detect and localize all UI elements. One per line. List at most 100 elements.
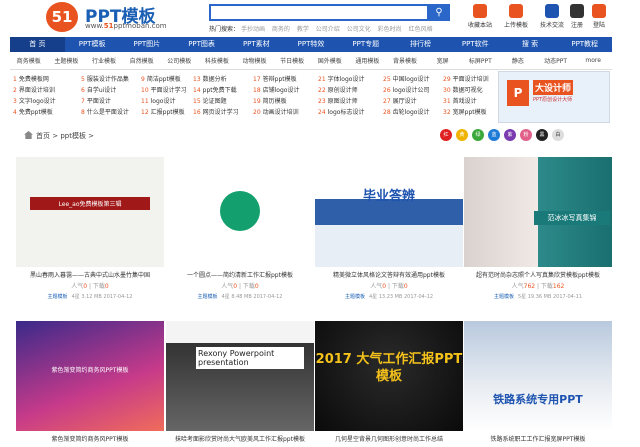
popular-link[interactable]: 19 简历模板: [253, 96, 287, 105]
nav-home[interactable]: 首 页: [10, 37, 65, 52]
template-thumbnail[interactable]: 毕业答辨: [315, 157, 463, 267]
popular-link[interactable]: 22 原创设计师: [318, 85, 358, 94]
popular-link[interactable]: 26 logo设计公司: [383, 85, 429, 94]
nav-ppt-charts[interactable]: PPT图表: [174, 37, 229, 52]
popular-link[interactable]: 13 数据分析: [193, 74, 227, 83]
subnav-more[interactable]: more: [574, 57, 612, 64]
subnav-item[interactable]: 节日模板: [273, 56, 311, 65]
template-title[interactable]: 铁路系统职工工作汇报宽屏PPT模板: [464, 434, 612, 443]
color-filter-dot[interactable]: 绿: [472, 129, 484, 141]
color-filter-dot[interactable]: 粉: [520, 129, 532, 141]
template-thumbnail[interactable]: Rexony Powerpoint presentation: [166, 321, 314, 431]
search-button[interactable]: ⚲: [428, 4, 450, 21]
popular-link[interactable]: 25 中国logo设计: [383, 74, 429, 83]
color-filter-dot[interactable]: 紫: [504, 129, 516, 141]
color-filter-dot[interactable]: 红: [440, 129, 452, 141]
popular-link[interactable]: 24 logo标志设计: [318, 107, 364, 116]
template-title[interactable]: 超有范时尚杂志照个人写真集欣赏模板ppt模板: [464, 270, 612, 279]
logo-icon[interactable]: 51: [46, 2, 78, 32]
popular-link[interactable]: 10 平面设计学习: [141, 85, 187, 94]
hot-tag[interactable]: 红色风格: [409, 26, 433, 33]
popular-link[interactable]: 32 宽屏ppt模板: [443, 107, 487, 116]
template-thumbnail[interactable]: [166, 157, 314, 267]
color-filter-dot[interactable]: 黄: [456, 129, 468, 141]
color-filter-dot[interactable]: 蓝: [488, 129, 500, 141]
template-thumbnail[interactable]: 2017 大气工作汇报PPT模板: [315, 321, 463, 431]
favorite-site-link[interactable]: 收藏本站: [468, 4, 492, 29]
subnav-item[interactable]: 通用模板: [349, 56, 387, 65]
tech-exchange-link[interactable]: 技术交流: [540, 4, 564, 29]
popular-link[interactable]: 29 平面设计培训: [443, 74, 489, 83]
subnav-item[interactable]: 商务模板: [10, 56, 48, 65]
subnav-item[interactable]: 背景模板: [386, 56, 424, 65]
popular-link[interactable]: 12 汇报ppt模板: [141, 107, 185, 116]
popular-link[interactable]: 16 网页设计学习: [193, 107, 239, 116]
template-card[interactable]: Lee_ao免费模板第三辑 黑山春雨入暮霭——古典中式山水墨竹集中国 人气0 | 下…: [16, 157, 164, 300]
subnav-item[interactable]: 国外模板: [311, 56, 349, 65]
template-thumbnail[interactable]: Lee_ao免费模板第三辑: [16, 157, 164, 267]
template-card[interactable]: 2017 大气工作汇报PPT模板几何星空背景几何图形创意时尚工作总结: [315, 321, 463, 443]
hot-tag[interactable]: 商务的: [272, 26, 290, 33]
subnav-item[interactable]: 动态PPT: [537, 56, 575, 65]
nav-ppt-images[interactable]: PPT图片: [119, 37, 174, 52]
subnav-item[interactable]: 公司模板: [161, 56, 199, 65]
popular-link[interactable]: 8 什么是平面设计: [81, 107, 129, 116]
popular-link[interactable]: 31 首戏设计: [443, 96, 477, 105]
popular-link[interactable]: 6 自学ui设计: [81, 85, 116, 94]
popular-link[interactable]: 21 字体logo设计: [318, 74, 364, 83]
template-title[interactable]: 黑山春雨入暮霭——古典中式山水墨竹集中国: [16, 270, 164, 279]
nav-ppt-effects[interactable]: PPT特效: [284, 37, 339, 52]
popular-link[interactable]: 18 店铺logo设计: [253, 85, 299, 94]
subnav-item[interactable]: 主题模板: [48, 56, 86, 65]
template-card[interactable]: Rexony Powerpoint presentation 抹哈考面影欣赏时尚大…: [166, 321, 314, 443]
hot-tag[interactable]: 手抄动画: [241, 26, 265, 33]
subnav-item[interactable]: 宽屏: [424, 56, 462, 65]
popular-link[interactable]: 3 文字logo设计: [13, 96, 56, 105]
nav-ppt-tutorials[interactable]: PPT教程: [557, 37, 612, 52]
hot-tag[interactable]: 公司介绍: [316, 26, 340, 33]
upload-template-link[interactable]: 上传模板: [504, 4, 528, 29]
popular-link[interactable]: 14 ppt免费下载: [193, 85, 237, 94]
register-link[interactable]: 注册: [570, 4, 584, 29]
subnav-item[interactable]: 行业模板: [85, 56, 123, 65]
popular-link[interactable]: 20 动画设计培训: [253, 107, 299, 116]
subnav-item[interactable]: 动物模板: [236, 56, 274, 65]
template-card[interactable]: 铁路系统专用PPT 铁路系统职工工作汇报宽屏PPT模板: [464, 321, 612, 443]
subnav-item[interactable]: 科技模板: [198, 56, 236, 65]
nav-ppt-software[interactable]: PPT软件: [448, 37, 503, 52]
popular-link[interactable]: 28 齿轮logo设计: [383, 107, 429, 116]
nav-ppt-templates[interactable]: PPT模板: [65, 37, 120, 52]
subnav-item[interactable]: 标屏PPT: [462, 56, 500, 65]
nav-ppt-materials[interactable]: PPT素材: [229, 37, 284, 52]
subnav-item[interactable]: 静态: [499, 56, 537, 65]
hot-tag[interactable]: 公司文化: [347, 26, 371, 33]
popular-link[interactable]: 15 论证图题: [193, 96, 227, 105]
hot-tag[interactable]: 教学: [297, 26, 309, 33]
template-thumbnail[interactable]: 铁路系统专用PPT: [464, 321, 612, 431]
nav-rankings[interactable]: 排行榜: [393, 37, 448, 52]
template-title[interactable]: 紫色渐变简约商务风PPT模板: [16, 434, 164, 443]
template-card[interactable]: 范冰冰写真集锦 超有范时尚杂志照个人写真集欣赏模板ppt模板 人气762 | 下载1…: [464, 157, 612, 300]
template-card[interactable]: 一个圆点——简约清新工作汇报ppt模板 人气0 | 下载0 主题模板 4星 8.48 …: [166, 157, 314, 300]
popular-link[interactable]: 30 数据可视化: [443, 85, 483, 94]
template-thumbnail[interactable]: 范冰冰写真集锦: [464, 157, 612, 267]
login-link[interactable]: 登陆: [592, 4, 606, 29]
color-filter-dot[interactable]: 白: [552, 129, 564, 141]
template-card[interactable]: 紫色渐变简约商务风PPT模板 紫色渐变简约商务风PPT模板: [16, 321, 164, 443]
template-card[interactable]: 毕业答辨 精美微立体风格论文答辩有效通用ppt模板 人气0 | 下载0 主题模板 4星 …: [315, 157, 463, 300]
popular-link[interactable]: 11 logo设计: [141, 96, 175, 105]
popular-link[interactable]: 5 服装设计作品集: [81, 74, 129, 83]
popular-link[interactable]: 17 答辩ppt模板: [253, 74, 297, 83]
popular-link[interactable]: 1 免费模板网: [13, 74, 49, 83]
template-title[interactable]: 抹哈考面影欣赏时尚大气欧美风工作汇报ppt模板: [166, 434, 314, 443]
template-thumbnail[interactable]: 紫色渐变简约商务风PPT模板: [16, 321, 164, 431]
search-input[interactable]: [211, 6, 427, 19]
template-title[interactable]: 几何星空背景几何图形创意时尚工作总结: [315, 434, 463, 443]
popular-link[interactable]: 7 平面设计: [81, 96, 111, 105]
popular-link[interactable]: 27 展厅设计: [383, 96, 417, 105]
template-title[interactable]: 一个圆点——简约清新工作汇报ppt模板: [166, 270, 314, 279]
nav-ppt-topics[interactable]: PPT专题: [338, 37, 393, 52]
popular-link[interactable]: 2 界面设计培训: [13, 85, 55, 94]
subnav-item[interactable]: 自然模板: [123, 56, 161, 65]
popular-link[interactable]: 23 原图设计师: [318, 96, 358, 105]
